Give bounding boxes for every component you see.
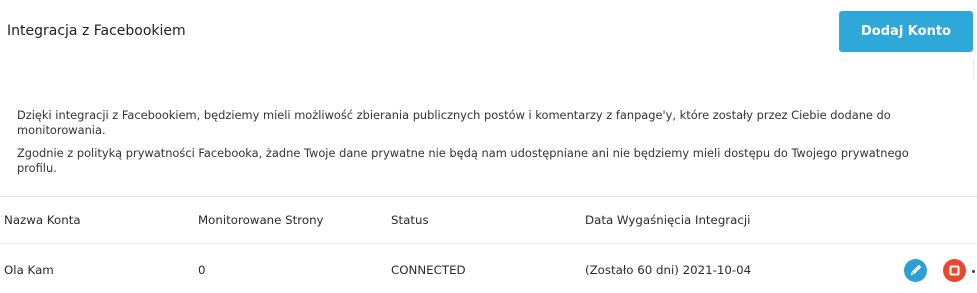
scroll-edge-divider [973, 60, 974, 80]
cell-status: CONNECTED [391, 263, 466, 277]
pencil-icon [910, 264, 922, 276]
add-account-button[interactable]: Dodaj Konto [839, 11, 973, 52]
page-header: Integracja z Facebookiem Dodaj Konto [0, 0, 977, 70]
column-header-monitored-pages: Monitorowane Strony [198, 213, 324, 227]
column-header-account-name: Nazwa Konta [4, 213, 81, 227]
info-paragraph-2: Zgodnie z polityką prywatności Facebooka… [17, 146, 909, 175]
page-title: Integracja z Facebookiem [7, 23, 186, 39]
delete-account-button[interactable] [943, 259, 966, 282]
table-top-divider [0, 196, 977, 197]
info-paragraph-1: Dzięki integracji z Facebookiem, będziem… [17, 108, 891, 137]
table-header-divider [0, 243, 977, 244]
cell-expiry-date: (Zostało 60 dni) 2021-10-04 [585, 263, 752, 277]
edit-account-button[interactable] [904, 259, 927, 282]
more-indicator [972, 270, 975, 273]
stop-icon [949, 265, 960, 276]
cell-monitored-pages: 0 [198, 263, 206, 277]
column-header-expiry-date: Data Wygaśnięcia Integracji [585, 213, 751, 227]
column-header-status: Status [391, 213, 429, 227]
cell-account-name: Ola Kam [4, 263, 54, 277]
info-text: Dzięki integracji z Facebookiem, będziem… [17, 108, 947, 184]
